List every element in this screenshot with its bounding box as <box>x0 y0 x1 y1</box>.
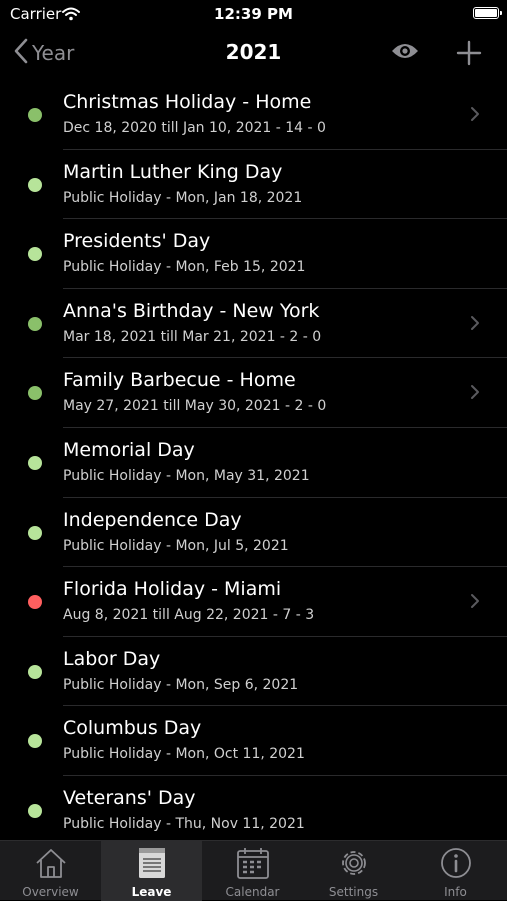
chevron-right-icon <box>470 593 480 613</box>
tab-bar: Overview Leave Calendar Settings Info <box>0 840 507 901</box>
status-dot <box>28 803 42 818</box>
item-subtitle: Public Holiday - Mon, May 31, 2021 <box>63 467 310 484</box>
status-dot <box>28 595 42 610</box>
tab-label: Info <box>444 885 467 899</box>
list-item[interactable]: Martin Luther King Day Public Holiday - … <box>0 150 507 220</box>
eye-icon <box>390 44 420 66</box>
status-dot <box>28 455 42 470</box>
item-subtitle: Public Holiday - Mon, Jan 18, 2021 <box>63 189 303 206</box>
info-icon <box>438 846 474 884</box>
tab-info[interactable]: Info <box>404 841 507 901</box>
nav-bar: Year 2021 <box>0 30 507 78</box>
chevron-right-icon <box>470 384 480 404</box>
item-title: Independence Day <box>63 508 242 531</box>
status-dot <box>28 734 42 749</box>
item-subtitle: Public Holiday - Mon, Sep 6, 2021 <box>63 676 299 693</box>
status-time: 12:39 PM <box>214 5 293 23</box>
item-title: Veterans' Day <box>63 786 196 809</box>
tab-overview[interactable]: Overview <box>0 841 101 901</box>
gear-icon <box>336 846 372 884</box>
item-subtitle: May 27, 2021 till May 30, 2021 - 2 - 0 <box>63 398 327 415</box>
status-dot <box>28 316 42 331</box>
item-title: Florida Holiday - Miami <box>63 578 282 601</box>
tab-label: Leave <box>131 885 172 899</box>
item-title: Columbus Day <box>63 717 202 740</box>
tab-calendar[interactable]: Calendar <box>202 841 303 901</box>
item-subtitle: Public Holiday - Mon, Feb 15, 2021 <box>63 259 306 276</box>
status-bar: Carrier 12:39 PM <box>0 0 507 30</box>
chevron-right-icon <box>470 315 480 335</box>
calendar-icon <box>235 846 271 884</box>
list-item[interactable]: Christmas Holiday - Home Dec 18, 2020 ti… <box>0 80 507 150</box>
list-item[interactable]: Veterans' Day Public Holiday - Thu, Nov … <box>0 776 507 840</box>
notepad-icon <box>136 846 168 884</box>
item-subtitle: Public Holiday - Thu, Nov 11, 2021 <box>63 815 305 832</box>
list-item[interactable]: Labor Day Public Holiday - Mon, Sep 6, 2… <box>0 637 507 707</box>
visibility-button[interactable] <box>390 40 420 66</box>
tab-leave[interactable]: Leave <box>101 841 202 901</box>
item-title: Martin Luther King Day <box>63 160 283 183</box>
list-item[interactable]: Memorial Day Public Holiday - Mon, May 3… <box>0 428 507 498</box>
list-item[interactable]: Florida Holiday - Miami Aug 8, 2021 till… <box>0 567 507 637</box>
status-dot <box>28 177 42 192</box>
item-title: Christmas Holiday - Home <box>63 91 312 113</box>
leave-list: Christmas Holiday - Home Dec 18, 2020 ti… <box>0 80 507 840</box>
tab-label: Settings <box>328 885 379 899</box>
item-title: Family Barbecue - Home <box>63 369 296 392</box>
page-title: 2021 <box>225 40 282 64</box>
chevron-right-icon <box>470 106 480 126</box>
item-subtitle: Mar 18, 2021 till Mar 21, 2021 - 2 - 0 <box>63 328 322 345</box>
tab-label: Calendar <box>225 885 280 899</box>
list-item[interactable]: Family Barbecue - Home May 27, 2021 till… <box>0 358 507 428</box>
status-dot <box>28 525 42 540</box>
battery-icon <box>473 7 502 19</box>
list-item[interactable]: Columbus Day Public Holiday - Mon, Oct 1… <box>0 706 507 776</box>
add-button[interactable] <box>456 40 482 70</box>
list-item[interactable]: Independence Day Public Holiday - Mon, J… <box>0 498 507 568</box>
list-item[interactable]: Anna's Birthday - New York Mar 18, 2021 … <box>0 289 507 359</box>
item-subtitle: Aug 8, 2021 till Aug 22, 2021 - 7 - 3 <box>63 607 315 624</box>
status-dot <box>28 386 42 401</box>
list-item[interactable]: Presidents' Day Public Holiday - Mon, Fe… <box>0 219 507 289</box>
item-title: Presidents' Day <box>63 230 211 253</box>
house-icon <box>33 846 69 884</box>
tab-label: Overview <box>22 885 79 899</box>
item-subtitle: Dec 18, 2020 till Jan 10, 2021 - 14 - 0 <box>63 120 326 136</box>
status-dot <box>28 247 42 262</box>
item-subtitle: Public Holiday - Mon, Oct 11, 2021 <box>63 746 305 763</box>
status-dot <box>28 664 42 679</box>
status-dot <box>28 108 42 122</box>
item-title: Anna's Birthday - New York <box>63 299 320 322</box>
item-subtitle: Public Holiday - Mon, Jul 5, 2021 <box>63 537 289 554</box>
item-title: Labor Day <box>63 647 161 670</box>
plus-icon <box>456 40 482 70</box>
tab-settings[interactable]: Settings <box>303 841 404 901</box>
item-title: Memorial Day <box>63 438 195 461</box>
